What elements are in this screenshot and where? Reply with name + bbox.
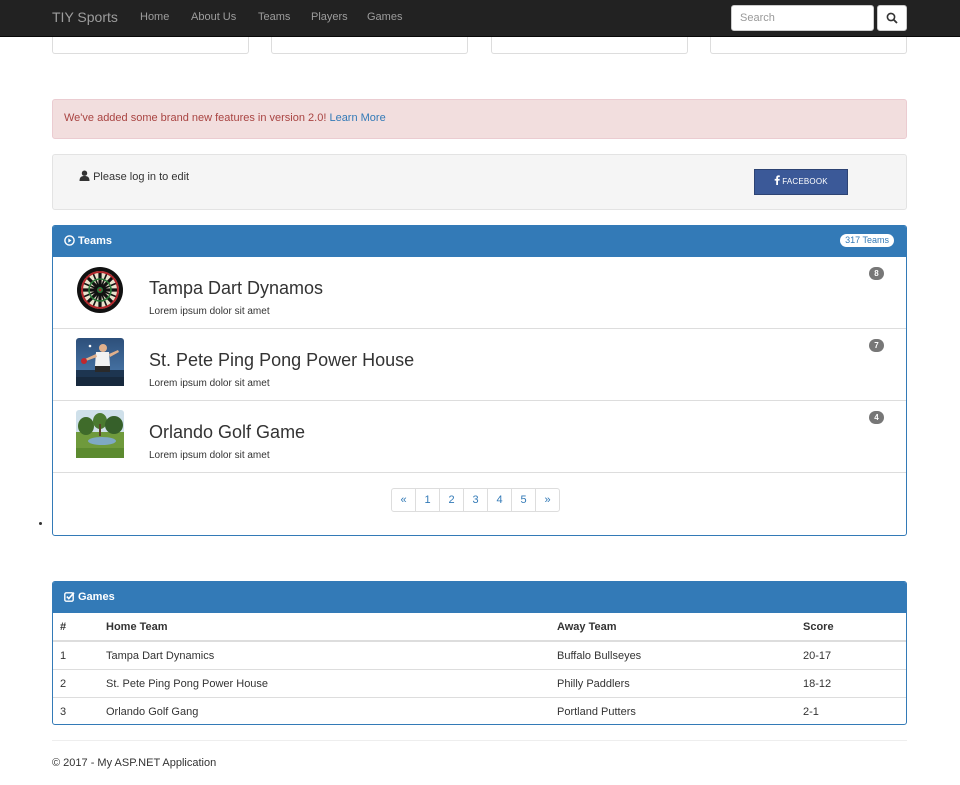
facebook-label: FACEBOOK [782,177,828,186]
teams-panel-title: Teams [78,235,113,247]
away-team: Philly Paddlers [557,669,803,698]
column-header-number: # [53,613,106,642]
teams-panel: Teams 317 Teams Tampa Dart Dynamos Lorem… [52,225,907,536]
user-icon [79,170,90,181]
team-description: Lorem ipsum dolor sit amet [149,306,270,317]
team-name: Orlando Golf Game [149,422,306,442]
play-circle-icon [64,235,75,246]
learn-more-link[interactable]: Learn More [329,112,385,124]
away-team: Buffalo Bullseyes [557,640,803,670]
games-panel-heading: Games [53,582,906,613]
ping-pong-image [76,338,124,386]
games-panel-title: Games [78,591,115,603]
brand-link[interactable]: TIY Sports [52,9,118,25]
team-name: St. Pete Ping Pong Power House [149,350,415,370]
page-button-3[interactable]: 3 [463,488,488,512]
score: 20-17 [803,640,906,670]
navbar: TIY Sports Home About Us Teams Players G… [0,0,960,37]
games-panel: Games # Home Team Away Team Score 1 Tamp… [52,581,907,725]
team-name: Tampa Dart Dynamos [149,278,324,298]
game-number: 1 [53,640,106,670]
table-header-row: # Home Team Away Team Score [53,613,906,642]
login-well: Please log in to edit FACEBOOK [52,154,907,210]
nav-link-players[interactable]: Players [311,11,348,23]
feature-alert: We've added some brand new features in v… [52,99,907,139]
column-header-home-team: Home Team [106,613,557,642]
game-number: 2 [53,669,106,698]
nav-link-teams[interactable]: Teams [258,11,290,23]
thumbnail-box [710,37,907,54]
column-header-score: Score [803,613,906,642]
score: 18-12 [803,669,906,698]
games-table: # Home Team Away Team Score 1 Tampa Dart… [53,613,906,724]
login-note: Please log in to edit [79,170,189,183]
facebook-login-button[interactable]: FACEBOOK [754,169,848,195]
footer-divider [52,740,907,741]
page-next-button[interactable]: » [535,488,560,512]
nav-link-about-us[interactable]: About Us [191,11,236,23]
alert-text: We've added some brand new features in v… [64,112,330,124]
column-header-away-team: Away Team [557,613,803,642]
away-team: Portland Putters [557,697,803,724]
team-list-item[interactable]: St. Pete Ping Pong Power House Lorem ips… [53,329,906,401]
team-description: Lorem ipsum dolor sit amet [149,378,270,389]
facebook-icon [774,175,780,185]
nav-link-home[interactable]: Home [140,11,169,23]
nav-link-games[interactable]: Games [367,11,402,23]
checkbox-icon [64,592,75,602]
page-button-5[interactable]: 5 [511,488,536,512]
home-team: Tampa Dart Dynamics [106,640,557,670]
player-count-badge: 4 [869,411,884,424]
teams-count-badge: 317 Teams [840,234,894,247]
footer-text: © 2017 - My ASP.NET Application [52,757,217,769]
page-prev-button[interactable]: « [391,488,416,512]
pagination-area: « 1 2 3 4 5 » [53,473,906,533]
home-team: St. Pete Ping Pong Power House [106,669,557,698]
game-number: 3 [53,697,106,724]
list-bullet [39,522,42,525]
table-row: 2 St. Pete Ping Pong Power House Philly … [53,669,906,698]
thumbnail-box [491,37,688,54]
table-row: 3 Orlando Golf Gang Portland Putters 2-1 [53,697,906,724]
search-icon [886,12,898,24]
page-button-4[interactable]: 4 [487,488,512,512]
page-button-2[interactable]: 2 [439,488,464,512]
thumbnail-box [52,37,249,54]
login-note-text: Please log in to edit [93,171,190,183]
teams-panel-heading: Teams 317 Teams [53,226,906,257]
player-count-badge: 8 [869,267,884,280]
team-list-item[interactable]: Orlando Golf Game Lorem ipsum dolor sit … [53,401,906,473]
dartboard-image [76,266,124,314]
team-list-item[interactable]: Tampa Dart Dynamos Lorem ipsum dolor sit… [53,257,906,329]
player-count-badge: 7 [869,339,884,352]
table-row: 1 Tampa Dart Dynamics Buffalo Bullseyes … [53,640,906,670]
team-description: Lorem ipsum dolor sit amet [149,450,270,461]
thumbnail-box [271,37,468,54]
search-button[interactable] [877,5,907,31]
page-button-1[interactable]: 1 [415,488,440,512]
score: 2-1 [803,697,906,724]
pagination: « 1 2 3 4 5 » [391,488,560,512]
golf-course-image [76,410,124,458]
search-input[interactable] [731,5,874,31]
home-team: Orlando Golf Gang [106,697,557,724]
